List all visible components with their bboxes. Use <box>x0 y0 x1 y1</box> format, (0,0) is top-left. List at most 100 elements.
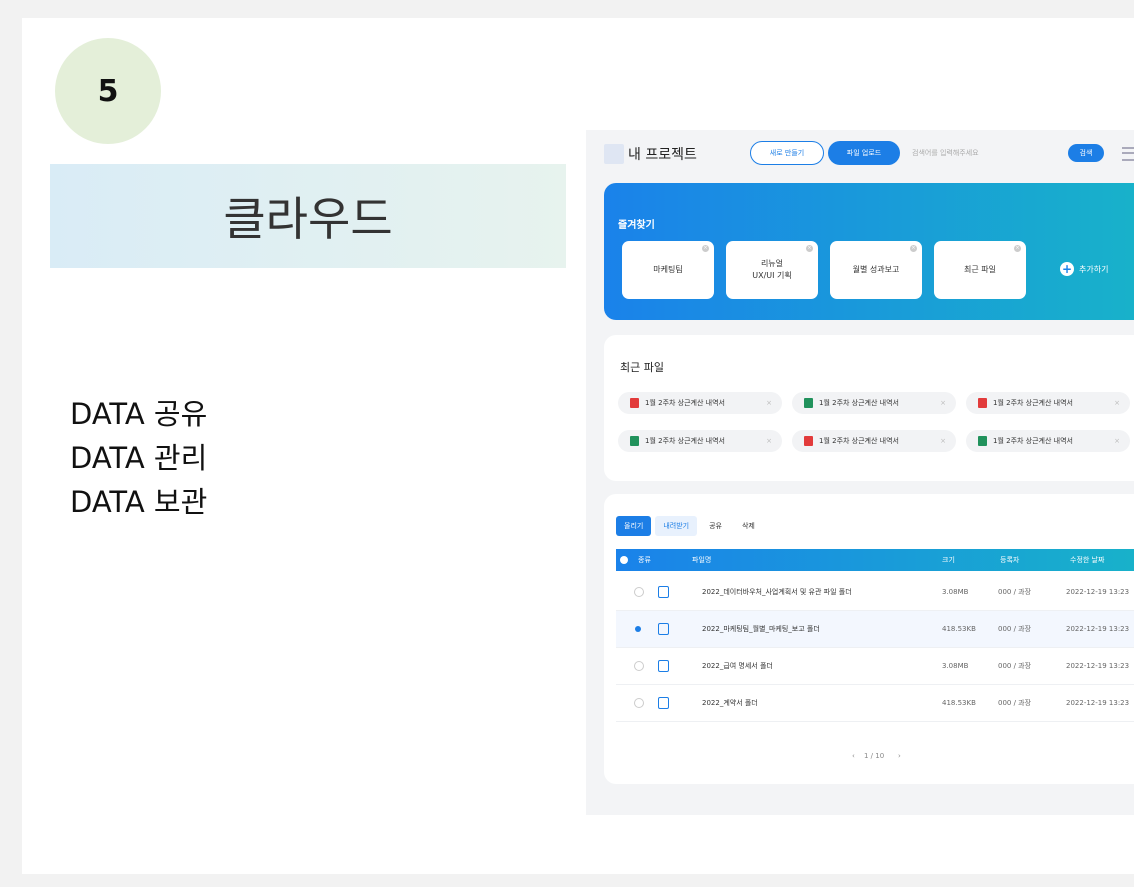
file-name: 2022_마케팅팀_월별_마케팅_보고 폴더 <box>702 625 820 633</box>
feature-item: DATA 공유 <box>70 397 208 431</box>
close-icon[interactable]: × <box>940 399 946 407</box>
menu-icon[interactable] <box>1122 147 1134 161</box>
recent-file-chip[interactable]: 1월 2주차 상근계산 내역서 × <box>966 392 1130 414</box>
new-button[interactable]: 새로 만들기 <box>750 141 824 165</box>
delete-tab[interactable]: 삭제 <box>734 516 763 536</box>
project-title: 내 프로젝트 <box>628 147 697 163</box>
pdf-file-icon <box>630 398 639 408</box>
prev-page-icon[interactable]: ‹ <box>852 752 855 760</box>
favorites-label: 즐겨찾기 <box>618 220 655 231</box>
upload-button[interactable]: 파일 업로드 <box>828 141 900 165</box>
close-icon[interactable]: × <box>1014 245 1021 252</box>
file-owner: 000 / 과장 <box>998 662 1032 670</box>
row-radio[interactable] <box>634 587 644 597</box>
file-size: 3.08MB <box>942 662 969 670</box>
table-row[interactable]: 2022_급여 명세서 폴더 3.08MB 000 / 과장 2022-12-1… <box>616 648 1134 685</box>
file-size: 418.53KB <box>942 625 976 633</box>
file-owner: 000 / 과장 <box>998 625 1032 633</box>
recent-file-name: 1월 2주차 상근계산 내역서 <box>993 437 1073 445</box>
favorite-card[interactable]: 마케팅팀 × <box>622 241 714 299</box>
file-owner: 000 / 과장 <box>998 699 1032 707</box>
file-date: 2022-12-19 13:23 <box>1066 699 1130 707</box>
file-list-panel: 올리기 내려받기 공유 삭제 종류 파일명 크기 등록자 수정한 날짜 2022… <box>604 494 1134 784</box>
folder-icon <box>658 660 669 672</box>
recent-file-name: 1월 2주차 상근계산 내역서 <box>819 437 899 445</box>
recent-file-chip[interactable]: 1월 2주차 상근계산 내역서 × <box>966 430 1130 452</box>
header-size[interactable]: 크기 <box>942 555 955 565</box>
file-name: 2022_데이터바우처_사업계획서 및 유관 파일 폴더 <box>702 588 852 596</box>
excel-file-icon <box>978 436 987 446</box>
recent-file-name: 1월 2주차 상근계산 내역서 <box>993 399 1073 407</box>
close-icon[interactable]: × <box>702 245 709 252</box>
share-tab[interactable]: 공유 <box>701 516 730 536</box>
recent-file-name: 1월 2주차 상근계산 내역서 <box>819 399 899 407</box>
folder-icon <box>658 623 669 635</box>
favorite-card-label: 리뉴얼 UX/UI 기획 <box>752 259 792 280</box>
favorite-card-label: 월별 성과보고 <box>852 265 900 274</box>
feature-list: DATA 공유 DATA 관리 DATA 보관 <box>70 392 207 524</box>
close-icon[interactable]: × <box>940 437 946 445</box>
row-radio[interactable] <box>635 626 641 632</box>
folder-icon <box>658 697 669 709</box>
file-icon <box>658 586 669 598</box>
favorite-card-label: 마케팅팀 <box>653 265 683 274</box>
recent-files-label: 최근 파일 <box>620 361 664 374</box>
search-button[interactable]: 검색 <box>1068 144 1104 162</box>
close-icon[interactable]: × <box>766 399 772 407</box>
add-favorite-label: 추가하기 <box>1079 264 1109 274</box>
excel-file-icon <box>804 398 813 408</box>
excel-file-icon <box>630 436 639 446</box>
header-name[interactable]: 파일명 <box>692 555 711 565</box>
close-icon[interactable]: × <box>806 245 813 252</box>
feature-item: DATA 보관 <box>70 485 208 519</box>
table-row[interactable]: 2022_계약서 폴더 418.53KB 000 / 과장 2022-12-19… <box>616 685 1134 722</box>
table-row[interactable]: 2022_데이터바우처_사업계획서 및 유관 파일 폴더 3.08MB 000 … <box>616 574 1134 611</box>
recent-file-name: 1월 2주차 상근계산 내역서 <box>645 399 725 407</box>
favorite-card[interactable]: 리뉴얼 UX/UI 기획 × <box>726 241 818 299</box>
plus-icon: + <box>1060 262 1074 276</box>
recent-file-chip[interactable]: 1월 2주차 상근계산 내역서 × <box>792 392 956 414</box>
recent-file-chip[interactable]: 1월 2주차 상근계산 내역서 × <box>618 430 782 452</box>
close-icon[interactable]: × <box>766 437 772 445</box>
file-date: 2022-12-19 13:23 <box>1066 625 1130 633</box>
slide-number-badge: 5 <box>55 38 161 144</box>
pdf-file-icon <box>804 436 813 446</box>
file-name: 2022_계약서 폴더 <box>702 699 758 707</box>
file-size: 3.08MB <box>942 588 969 596</box>
table-row[interactable]: 2022_마케팅팀_월별_마케팅_보고 폴더 418.53KB 000 / 과장… <box>616 611 1134 648</box>
recent-file-chip[interactable]: 1월 2주차 상근계산 내역서 × <box>792 430 956 452</box>
header-date[interactable]: 수정한 날짜 <box>1070 555 1104 565</box>
upload-tab[interactable]: 올리기 <box>616 516 652 536</box>
app-screenshot: 내 프로젝트 새로 만들기 파일 업로드 검색어를 입력해주세요 검색 즐겨찾기… <box>586 130 1134 815</box>
pdf-file-icon <box>978 398 987 408</box>
close-icon[interactable]: × <box>1114 437 1120 445</box>
next-page-icon[interactable]: › <box>898 752 901 760</box>
header-type[interactable]: 종류 <box>638 555 651 565</box>
feature-item: DATA 관리 <box>70 441 208 475</box>
file-owner: 000 / 과장 <box>998 588 1032 596</box>
file-action-tabs: 올리기 내려받기 공유 삭제 <box>616 516 763 536</box>
favorites-panel: 즐겨찾기 마케팅팀 × 리뉴얼 UX/UI 기획 × 월별 성과보고 × 최근 … <box>604 183 1134 320</box>
file-date: 2022-12-19 13:23 <box>1066 588 1130 596</box>
add-favorite-button[interactable]: + 추가하기 <box>1060 262 1108 276</box>
slide-title: 클라우드 <box>50 164 566 268</box>
header-owner[interactable]: 등록자 <box>1000 555 1019 565</box>
favorite-card[interactable]: 월별 성과보고 × <box>830 241 922 299</box>
file-size: 418.53KB <box>942 699 976 707</box>
select-all-radio[interactable] <box>620 556 628 564</box>
recent-files-panel: 최근 파일 1월 2주차 상근계산 내역서 × 1월 2주차 상근계산 내역서 … <box>604 335 1134 481</box>
row-radio[interactable] <box>634 661 644 671</box>
row-radio[interactable] <box>634 698 644 708</box>
download-tab[interactable]: 내려받기 <box>655 516 698 536</box>
table-header: 종류 파일명 크기 등록자 수정한 날짜 <box>616 549 1134 571</box>
recent-file-chip[interactable]: 1월 2주차 상근계산 내역서 × <box>618 392 782 414</box>
page-indicator: 1 / 10 <box>864 752 885 760</box>
file-name: 2022_급여 명세서 폴더 <box>702 662 773 670</box>
favorite-card-label: 최근 파일 <box>964 265 996 274</box>
favorite-card[interactable]: 최근 파일 × <box>934 241 1026 299</box>
top-bar: 내 프로젝트 새로 만들기 파일 업로드 검색어를 입력해주세요 검색 <box>586 130 1134 180</box>
close-icon[interactable]: × <box>1114 399 1120 407</box>
logo-icon <box>604 144 624 164</box>
file-date: 2022-12-19 13:23 <box>1066 662 1130 670</box>
close-icon[interactable]: × <box>910 245 917 252</box>
